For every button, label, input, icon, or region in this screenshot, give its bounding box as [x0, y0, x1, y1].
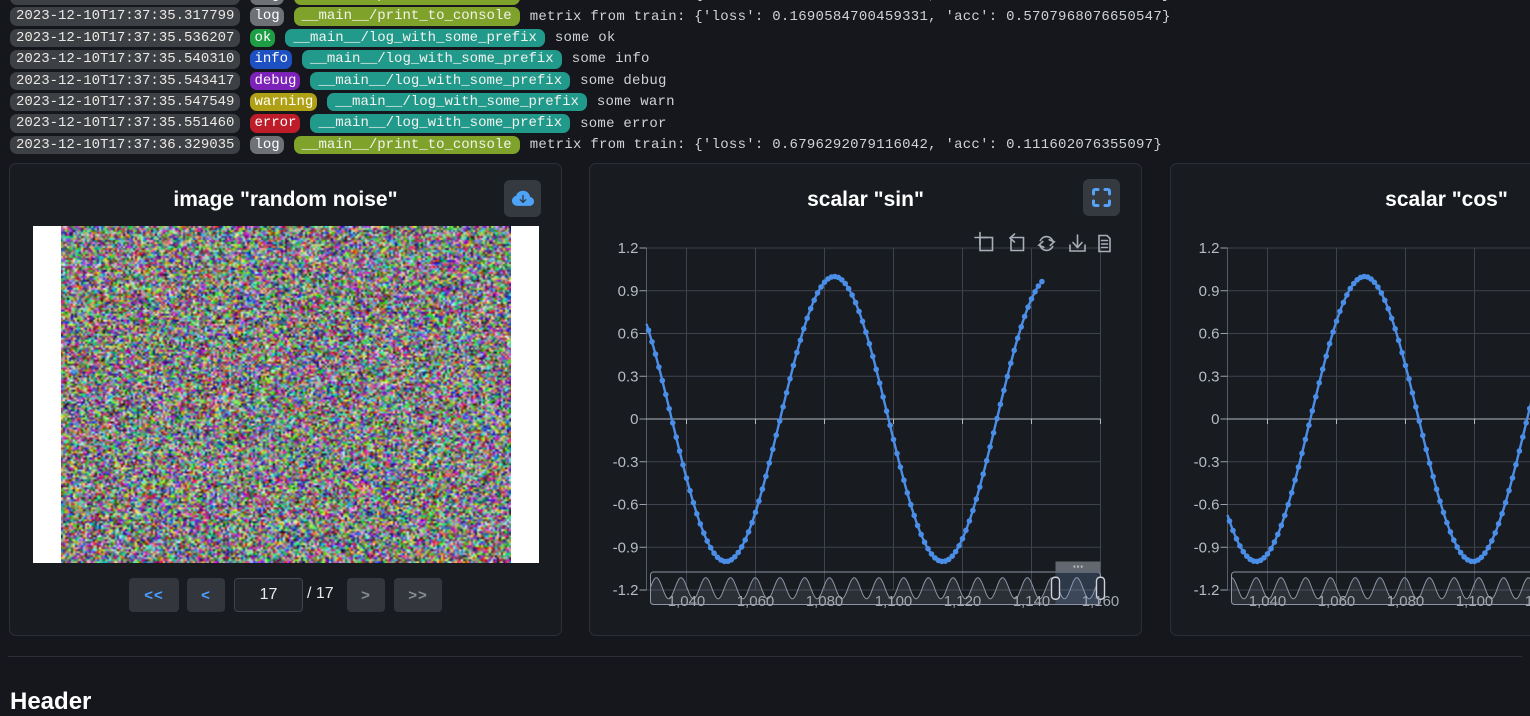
svg-text:1.2: 1.2: [1199, 240, 1220, 257]
svg-text:-1.2: -1.2: [1194, 582, 1220, 599]
svg-text:1,060: 1,060: [1318, 593, 1356, 610]
svg-text:-0.6: -0.6: [1194, 497, 1220, 514]
svg-text:0: 0: [1211, 411, 1219, 428]
svg-text:1,060: 1,060: [737, 593, 775, 610]
svg-text:-0.3: -0.3: [613, 454, 639, 471]
svg-text:1,120: 1,120: [944, 593, 982, 610]
svg-text:1,140: 1,140: [1013, 593, 1051, 610]
svg-text:1,120: 1,120: [1525, 593, 1530, 610]
svg-text:0.6: 0.6: [618, 326, 639, 343]
svg-text:-0.9: -0.9: [613, 539, 639, 556]
svg-text:1,100: 1,100: [1456, 593, 1494, 610]
svg-text:1,040: 1,040: [1249, 593, 1287, 610]
svg-text:1,080: 1,080: [1387, 593, 1425, 610]
svg-text:1.2: 1.2: [618, 240, 639, 257]
svg-text:0.3: 0.3: [618, 368, 639, 385]
svg-text:1,100: 1,100: [875, 593, 913, 610]
svg-text:-0.9: -0.9: [1194, 539, 1220, 556]
svg-text:-0.6: -0.6: [613, 497, 639, 514]
svg-text:0.6: 0.6: [1199, 326, 1220, 343]
svg-text:0: 0: [630, 411, 638, 428]
svg-text:1,080: 1,080: [806, 593, 844, 610]
svg-text:-1.2: -1.2: [613, 582, 639, 599]
svg-text:0.9: 0.9: [618, 283, 639, 300]
svg-text:-0.3: -0.3: [1194, 454, 1220, 471]
svg-text:1,160: 1,160: [1082, 593, 1120, 610]
svg-text:0.9: 0.9: [1199, 283, 1220, 300]
svg-text:1,040: 1,040: [668, 593, 706, 610]
svg-text:0.3: 0.3: [1199, 368, 1220, 385]
